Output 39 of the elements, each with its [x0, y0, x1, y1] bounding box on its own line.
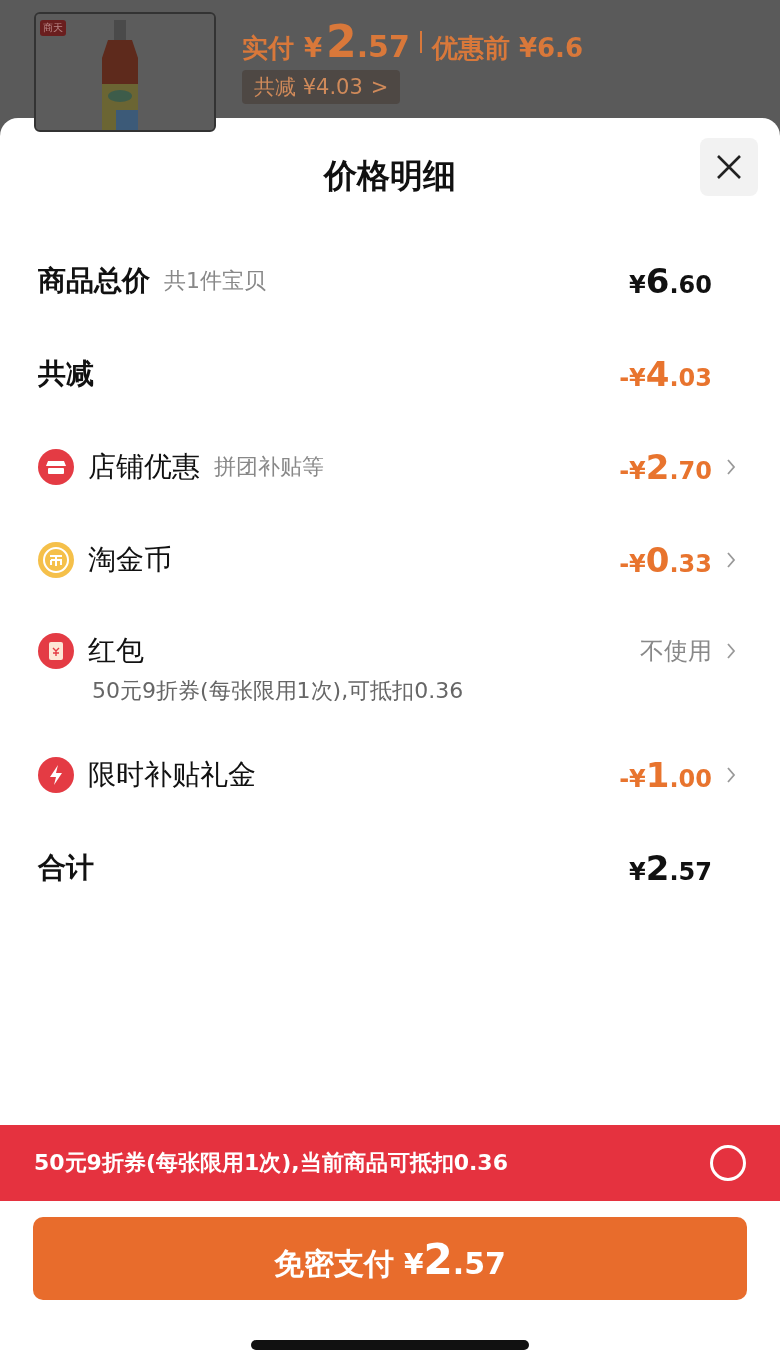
sheet-title: 价格明细: [324, 154, 456, 197]
chevron-text: >: [370, 75, 389, 100]
coupon-note: 50元9折券(每张限用1次),可抵扣0.36: [92, 677, 465, 705]
item-count: 共1件宝贝: [164, 266, 266, 295]
envelope-icon: [38, 633, 74, 669]
chevron-right-icon: [726, 642, 736, 660]
discount-amount: -¥2.70: [619, 446, 712, 487]
original-price: 优惠前 ¥6.6: [431, 34, 584, 63]
radio-button[interactable]: [710, 1145, 746, 1181]
lightning-icon: [38, 756, 74, 793]
shop-badge: 商天: [40, 20, 66, 36]
discount-amount: -¥0.33: [619, 539, 712, 580]
pay-amount: ¥2.57: [404, 1235, 506, 1284]
price-amount: ¥6.60: [629, 260, 712, 301]
row-label: 店铺优惠: [88, 448, 200, 485]
option-value[interactable]: 不使用: [640, 635, 712, 667]
pay-button[interactable]: 免密支付 ¥2.57: [33, 1217, 747, 1300]
paid-amount: ¥2.57: [304, 18, 410, 67]
price-amount: -¥4.03: [619, 353, 712, 394]
row-label: 合计: [38, 849, 94, 886]
row-hint: 拼团补贴等: [214, 452, 324, 481]
row-label: 淘金币: [88, 541, 172, 578]
discount-total: 共减 ¥4.03: [254, 74, 363, 102]
store-icon: [38, 448, 74, 485]
close-button[interactable]: [700, 138, 758, 196]
paid-label: 实付: [242, 34, 294, 63]
row-label: 红包: [88, 633, 144, 669]
coin-icon: [38, 541, 74, 578]
chevron-right-icon: [726, 457, 736, 476]
row-label: 商品总价: [38, 262, 150, 299]
row-label: 限时补贴礼金: [88, 756, 256, 793]
chevron-right-icon: [726, 765, 736, 784]
price-amount: ¥2.57: [629, 847, 712, 888]
discount-chip[interactable]: 共减 ¥4.03 >: [242, 70, 401, 105]
coupon-text: 50元9折券(每张限用1次),当前商品可抵扣0.36: [34, 1149, 508, 1177]
close-icon: [716, 154, 742, 180]
row-label: 共减: [38, 355, 94, 392]
discount-amount: -¥1.00: [619, 754, 712, 795]
chevron-right-icon: [726, 550, 736, 569]
